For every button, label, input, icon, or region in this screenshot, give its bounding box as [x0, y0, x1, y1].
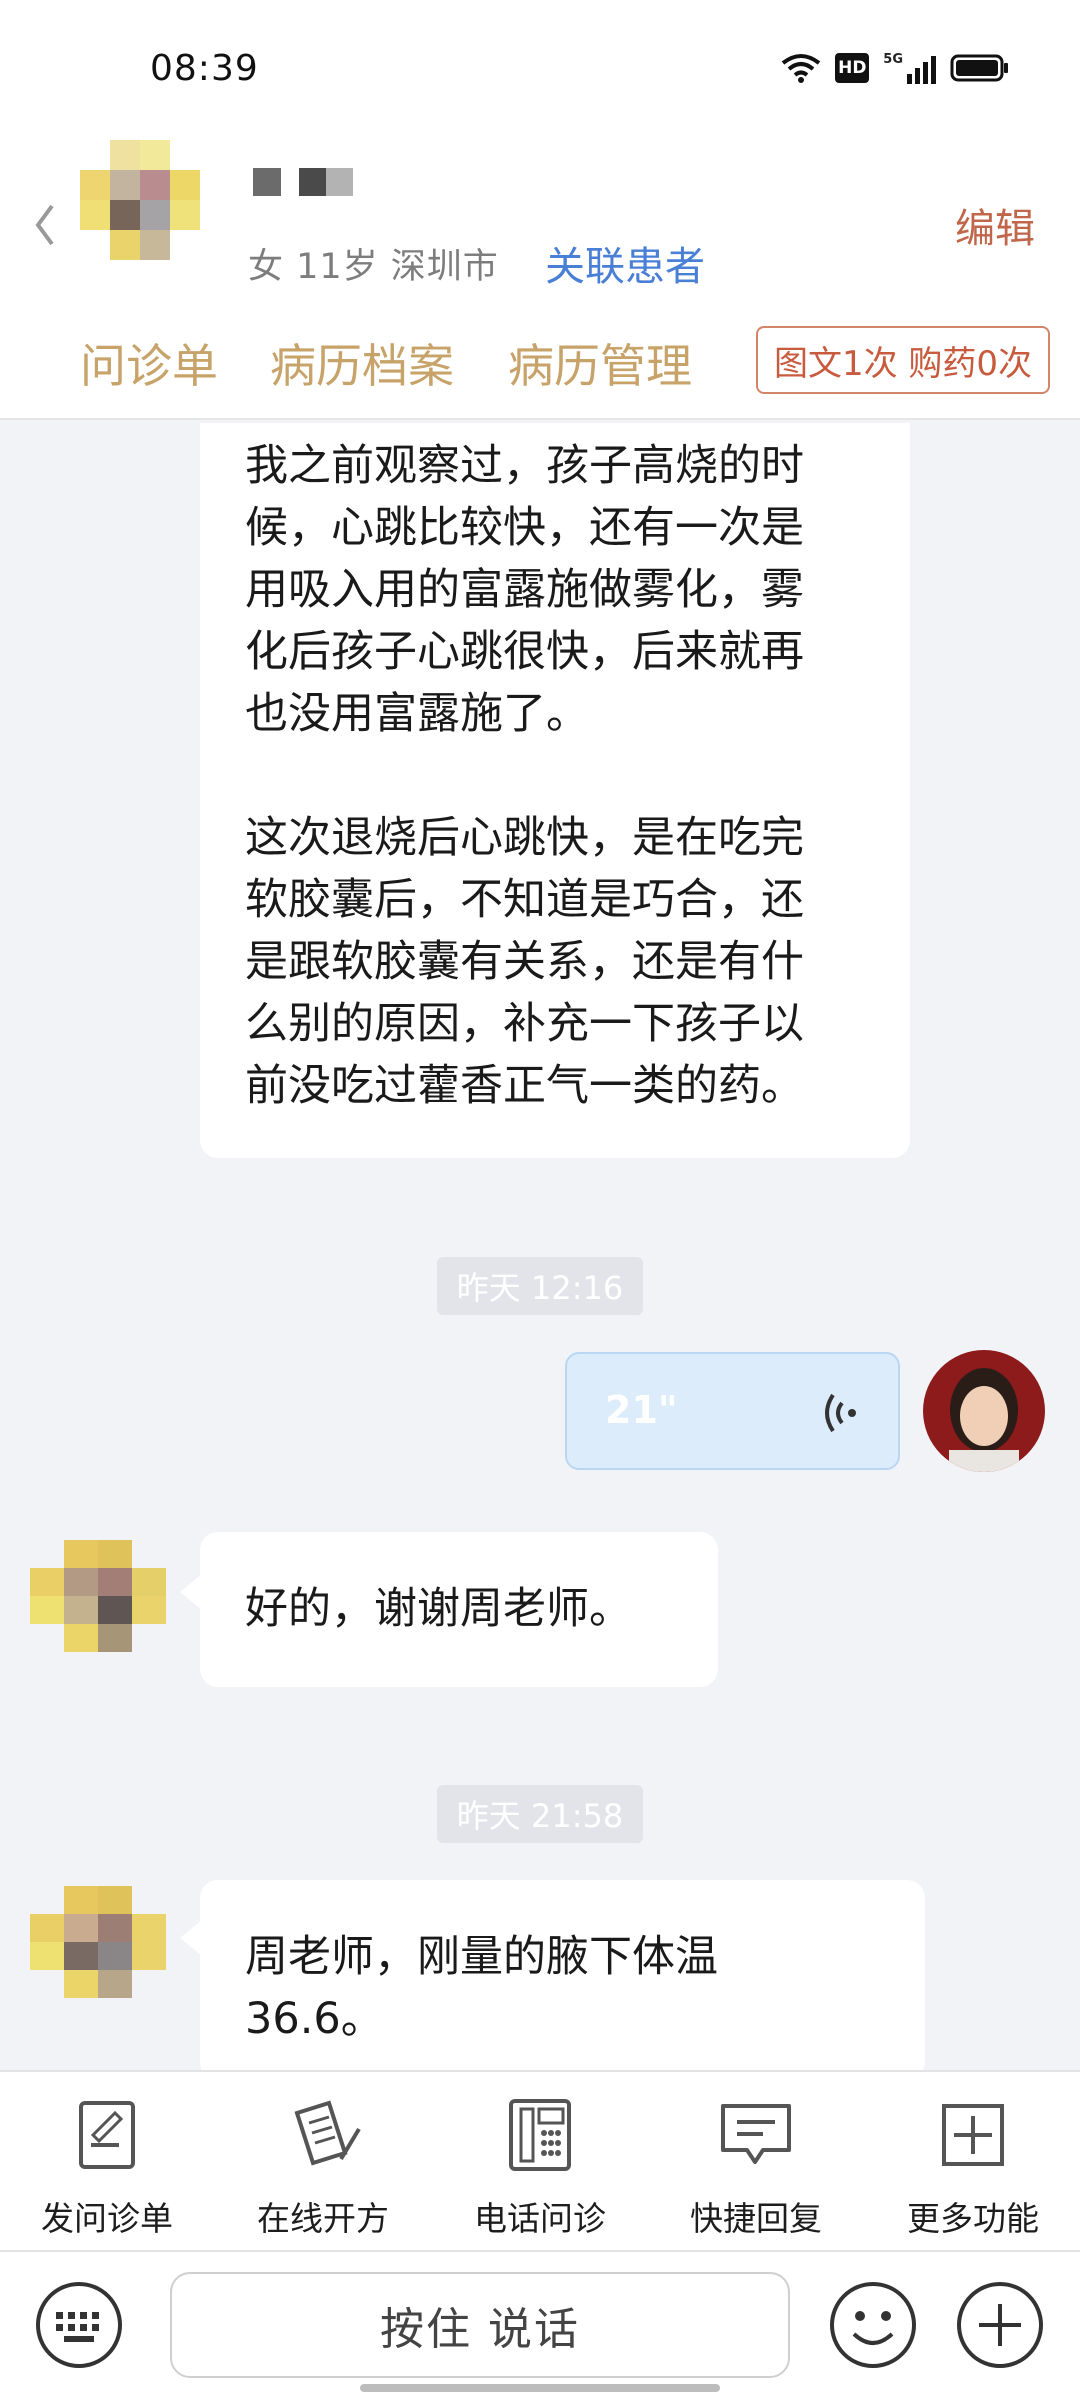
toolbar-label: 发问诊单	[41, 2199, 173, 2238]
bubble-tail	[180, 1574, 202, 1610]
back-icon[interactable]	[30, 200, 60, 250]
patient-avatar[interactable]	[30, 1540, 166, 1652]
patient-name-redacted	[253, 168, 353, 196]
more-functions-button[interactable]: 更多功能	[883, 2090, 1063, 2240]
status-time: 08:39	[150, 48, 259, 89]
message-line: 36.6。	[245, 1994, 384, 2044]
toolbar-label: 电话问诊	[474, 2199, 606, 2238]
plus-icon[interactable]	[955, 2280, 1045, 2370]
timestamp: 昨天 21:58	[437, 1785, 643, 1843]
message-line: 么别的原因，补充一下孩子以	[245, 999, 804, 1049]
message-text: 周老师，刚量的腋下体温 36.6。	[245, 1926, 718, 2050]
message-line: 我之前观察过，孩子高烧的时	[245, 441, 804, 491]
toolbar-label: 在线开方	[257, 2199, 389, 2238]
message-line: 软胶囊后，不知道是巧合，还	[245, 875, 804, 925]
message-line: 这次退烧后心跳快，是在吃完	[245, 813, 804, 863]
signal-icon: 5G	[883, 52, 936, 84]
doctor-avatar[interactable]	[923, 1350, 1045, 1472]
prescription-icon	[294, 2100, 361, 2166]
voice-message-bubble[interactable]: 21"	[565, 1352, 900, 1470]
status-icons: HD 5G	[781, 52, 1010, 84]
phone-icon	[509, 2099, 571, 2171]
phone-consult-button[interactable]: 电话问诊	[450, 2090, 630, 2240]
toolbar-label: 快捷回复	[690, 2199, 822, 2238]
message-bubble-incoming: 我之前观察过，孩子高烧的时 候，心跳比较快，还有一次是 用吸入用的富露施做雾化，…	[200, 423, 910, 1158]
emoji-icon[interactable]	[828, 2280, 918, 2370]
message-line: 用吸入用的富露施做雾化，雾	[245, 565, 804, 615]
patient-avatar[interactable]	[30, 1886, 166, 1998]
form-icon	[79, 2101, 135, 2169]
tab-consult-form[interactable]: 问诊单	[80, 330, 218, 396]
timestamp: 昨天 12:16	[437, 1257, 643, 1315]
message-line: 周老师，刚量的腋下体温	[245, 1932, 718, 1982]
online-prescription-button[interactable]: 在线开方	[233, 2090, 413, 2240]
patient-avatar[interactable]	[80, 140, 200, 260]
message-line: 化后孩子心跳很快，后来就再	[245, 627, 804, 677]
wifi-icon	[782, 54, 821, 83]
message-line: 候，心跳比较快，还有一次是	[245, 503, 804, 553]
network-type: 5G	[883, 52, 903, 67]
voice-duration: 21"	[605, 1388, 678, 1432]
message-bubble-incoming: 周老师，刚量的腋下体温 36.6。	[200, 1880, 925, 2080]
message-text: 我之前观察过，孩子高烧的时 候，心跳比较快，还有一次是 用吸入用的富露施做雾化，…	[245, 435, 804, 1117]
home-indicator[interactable]	[360, 2384, 720, 2392]
keyboard-icon[interactable]	[34, 2280, 124, 2370]
bubble-tail	[180, 1920, 202, 1956]
message-line: 前没吃过藿香正气一类的药。	[245, 1061, 804, 1111]
link-patient-button[interactable]: 关联患者	[545, 234, 705, 292]
message-bubble-incoming: 好的，谢谢周老师。	[200, 1532, 718, 1687]
consult-count-badge[interactable]: 图文1次 购药0次	[756, 326, 1050, 394]
message-line: 是跟软胶囊有关系，还是有什	[245, 937, 804, 987]
message-line: 也没用富露施了。	[245, 689, 589, 739]
tab-record-management[interactable]: 病历管理	[508, 330, 692, 396]
toolbar-label: 更多功能	[907, 2199, 1039, 2238]
voice-wave-icon	[825, 1393, 856, 1433]
hold-to-talk-button[interactable]: 按住 说话	[170, 2272, 790, 2378]
quick-reply-icon	[721, 2104, 791, 2164]
patient-info: 女 11岁 深圳市	[248, 247, 499, 287]
more-icon	[942, 2104, 1004, 2166]
send-consult-form-button[interactable]: 发问诊单	[17, 2090, 197, 2240]
message-text: 好的，谢谢周老师。	[245, 1584, 632, 1634]
tab-medical-record[interactable]: 病历档案	[270, 330, 454, 396]
edit-button[interactable]: 编辑	[955, 196, 1035, 254]
quick-reply-button[interactable]: 快捷回复	[666, 2090, 846, 2240]
hd-icon: HD	[835, 53, 870, 83]
battery-icon	[950, 54, 1008, 82]
